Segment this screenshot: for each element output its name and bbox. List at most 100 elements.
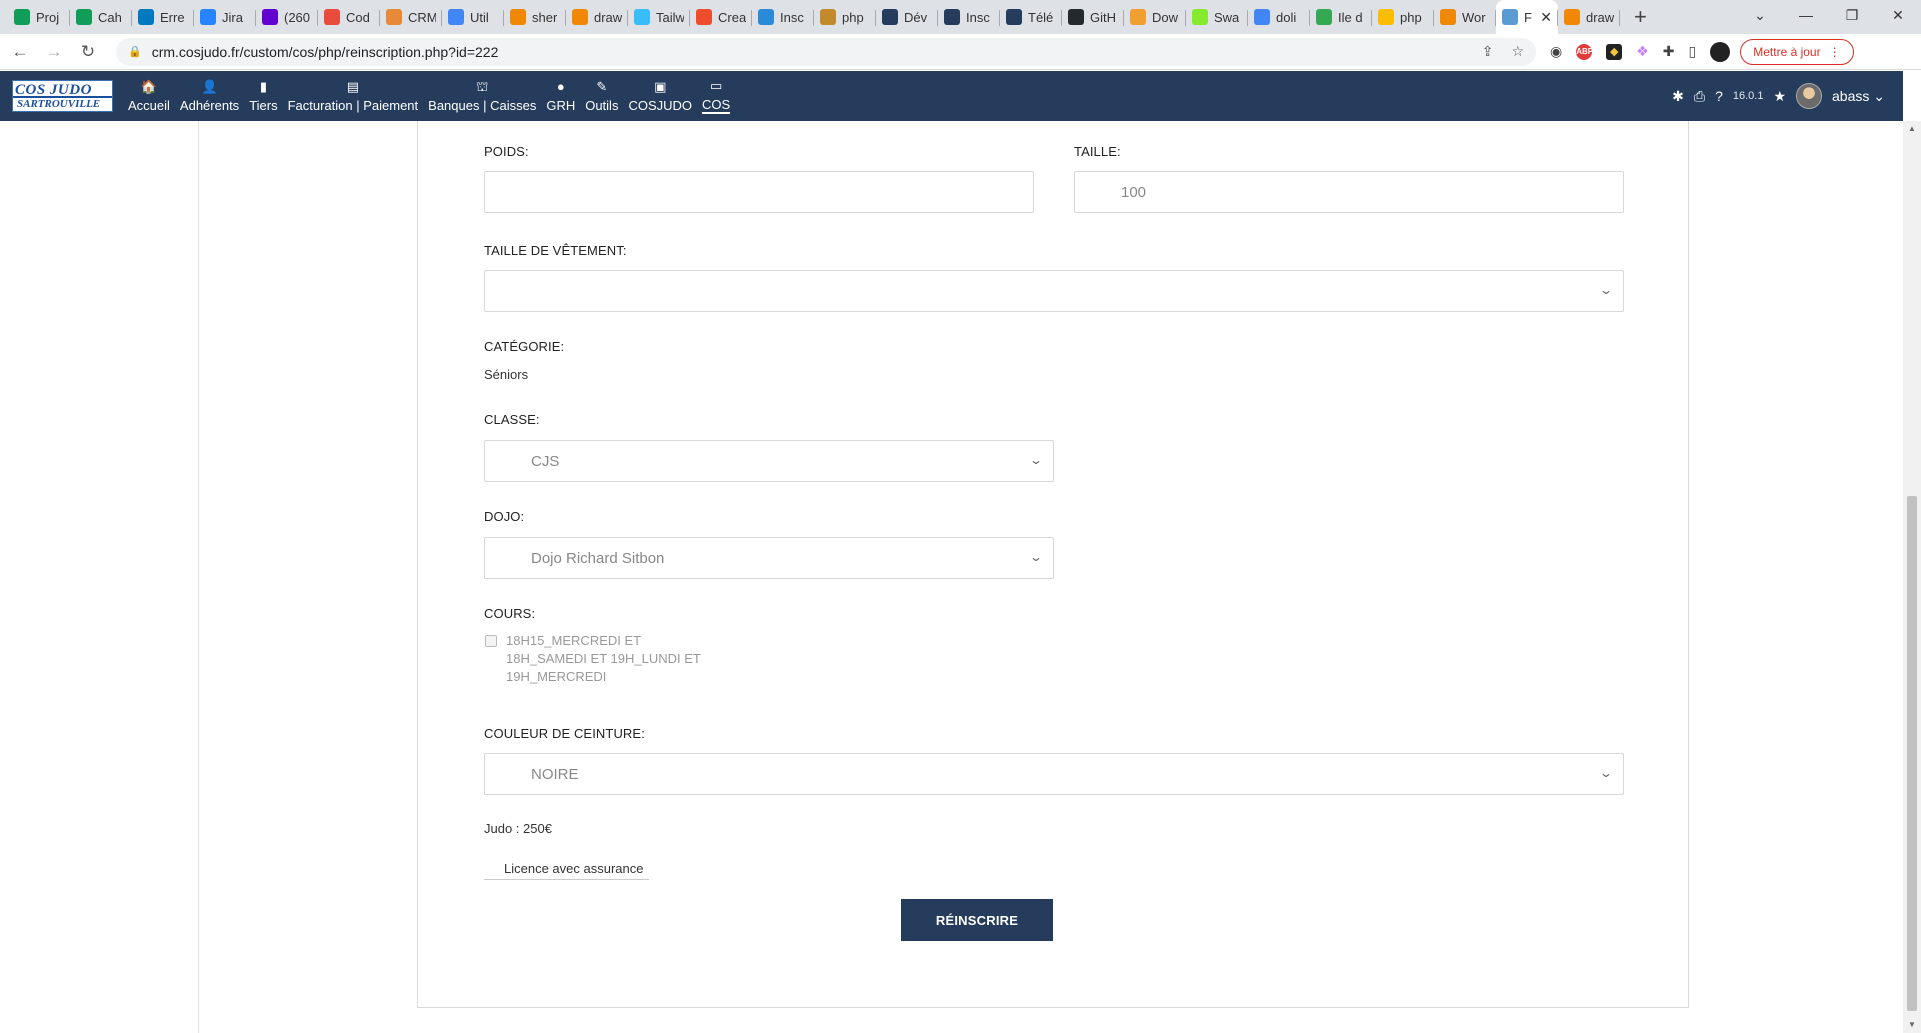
browser-tab[interactable]: Tailw (628, 0, 690, 34)
browser-tab[interactable]: Cah (70, 0, 132, 34)
menu-item-grh[interactable]: ● GRH (541, 71, 580, 121)
ceinture-select[interactable]: NOIRE ⌄ (484, 753, 1624, 795)
address-bar: ← → ↻ 🔒 crm.cosjudo.fr/custom/cos/php/re… (0, 34, 1921, 70)
menu-item-cos[interactable]: ▭ COS (697, 71, 735, 121)
profile-icon[interactable] (1710, 41, 1731, 62)
share-icon[interactable]: ⇪ (1482, 43, 1494, 60)
menu-item-facturation-paiement[interactable]: ▤ Facturation | Paiement (283, 71, 424, 121)
adblock-icon[interactable]: ABP (1576, 43, 1593, 60)
scroll-up-arrow-icon[interactable]: ▲ (1903, 121, 1921, 137)
browser-tab[interactable]: php (814, 0, 876, 34)
browser-tab[interactable]: sher (504, 0, 566, 34)
browser-tab[interactable]: Jira (194, 0, 256, 34)
classe-label: CLASSE: (484, 412, 540, 427)
page-scrollbar[interactable]: ▲ ▼ (1903, 121, 1921, 1033)
club-logo[interactable]: COS JUDO SARTROUVILLE (12, 80, 113, 112)
puzzle-icon[interactable]: ✚ (1663, 43, 1675, 60)
menu-item-outils[interactable]: ✎ Outils (580, 71, 623, 121)
browser-tab[interactable]: CRM (380, 0, 442, 34)
binance-icon[interactable]: ◆ (1606, 43, 1623, 60)
browser-tab[interactable]: F ✕ (1496, 0, 1558, 34)
tab-label: F (1524, 9, 1532, 25)
browser-tab[interactable]: Swa (1186, 0, 1248, 34)
dolibarr-icon (1006, 9, 1022, 25)
browser-tab[interactable]: draw (1558, 0, 1620, 34)
browser-tab[interactable]: Ile d (1310, 0, 1372, 34)
browser-tab[interactable]: Proj (8, 0, 70, 34)
browser-tab-bar: Proj Cah Erre Jira (260 Cod CRM Util sher draw Tai… (0, 0, 1921, 34)
update-button[interactable]: Mettre à jour ⋮ (1740, 38, 1854, 65)
user-icon: 👤 (201, 79, 218, 94)
extension-icon[interactable]: ◉ (1550, 43, 1562, 60)
poids-label: POIDS: (484, 144, 529, 159)
tab-label: Insc (780, 9, 804, 25)
menu-item-banques-caisses[interactable]: ⛫ Banques | Caisses (423, 71, 541, 121)
help-icon[interactable]: ? (1715, 88, 1723, 104)
licence-option[interactable]: Licence avec assurance (484, 861, 649, 880)
browser-tab[interactable]: Wor (1434, 0, 1496, 34)
back-button[interactable]: ← (6, 42, 34, 62)
extension-gem-icon[interactable]: ❖ (1636, 43, 1649, 60)
taille-vetement-select[interactable]: ⌄ (484, 270, 1624, 312)
tab-label: Cah (98, 9, 122, 25)
browser-tab[interactable]: Insc (752, 0, 814, 34)
mail-icon (262, 9, 278, 25)
browser-tab[interactable]: (260 (256, 0, 318, 34)
bookmark-star-icon[interactable]: ☆ (1511, 43, 1524, 60)
cours-checkbox[interactable] (485, 635, 497, 647)
drawio-icon (572, 9, 588, 25)
user-menu[interactable]: abass ⌄ (1832, 88, 1885, 105)
taille-input[interactable]: 100 (1074, 171, 1624, 213)
menu-item-tiers[interactable]: ▮ Tiers (244, 71, 282, 121)
tab-label: (260 (284, 9, 311, 25)
browser-tab[interactable]: GitH (1062, 0, 1124, 34)
scrollbar-thumb[interactable] (1907, 496, 1917, 1011)
bookmarks-star-icon[interactable]: ★ (1773, 88, 1786, 105)
tab-search-icon[interactable]: ⌄ (1737, 0, 1783, 34)
url-text: crm.cosjudo.fr/custom/cos/php/reinscript… (151, 43, 499, 60)
tab-label: draw (594, 9, 622, 25)
poids-input[interactable] (484, 171, 1034, 213)
tab-label: Swa (1214, 9, 1240, 25)
browser-tab[interactable]: Erre (132, 0, 194, 34)
browser-tab[interactable]: Util (442, 0, 504, 34)
maximize-button[interactable]: ❐ (1829, 0, 1875, 34)
side-panel-icon[interactable]: ▯ (1689, 43, 1697, 60)
chevron-down-icon: ⌄ (1028, 550, 1044, 564)
chevron-down-icon: ⌄ (1598, 766, 1614, 780)
browser-tab[interactable]: doli (1248, 0, 1310, 34)
new-tab-button[interactable]: + (1620, 0, 1661, 34)
tab-label: Insc (966, 9, 990, 25)
codeur-icon (324, 9, 340, 25)
browser-tab[interactable]: Insc (938, 0, 1000, 34)
tarif-text: Judo : 250€ (484, 821, 552, 836)
dojo-select[interactable]: Dojo Richard Sitbon ⌄ (484, 537, 1054, 579)
jira-icon (200, 9, 216, 25)
close-tab-icon[interactable]: ✕ (1540, 9, 1552, 26)
avatar[interactable] (1796, 83, 1823, 109)
reinscrire-button[interactable]: RÉINSCRIRE (901, 899, 1053, 941)
browser-tab[interactable]: Dow (1124, 0, 1186, 34)
scroll-down-arrow-icon[interactable]: ▼ (1903, 1017, 1921, 1033)
menu-item-accueil[interactable]: 🏠 Accueil (123, 71, 175, 121)
menu-item-adh-rents[interactable]: 👤 Adhérents (175, 71, 244, 121)
drawio-icon (1564, 9, 1580, 25)
window-controls: ⌄ — ❐ ✕ (1737, 0, 1921, 34)
bug-icon[interactable]: ✱ (1672, 88, 1684, 105)
forward-button[interactable]: → (40, 42, 68, 62)
browser-tab[interactable]: draw (566, 0, 628, 34)
url-input[interactable]: 🔒 crm.cosjudo.fr/custom/cos/php/reinscri… (116, 37, 1536, 66)
browser-tab[interactable]: php (1372, 0, 1434, 34)
reload-button[interactable]: ↻ (74, 42, 102, 62)
classe-select[interactable]: CJS ⌄ (484, 440, 1054, 482)
menu-item-cosjudo[interactable]: ▣ COSJUDO (623, 71, 697, 121)
browser-tab[interactable]: Dév (876, 0, 938, 34)
print-icon[interactable]: ⎙ (1694, 88, 1705, 105)
close-window-button[interactable]: ✕ (1875, 0, 1921, 34)
browser-tab[interactable]: Crea (690, 0, 752, 34)
minimize-button[interactable]: — (1783, 0, 1829, 34)
browser-tab[interactable]: Cod (318, 0, 380, 34)
version-label: 16.0.1 (1732, 90, 1764, 102)
browser-tab[interactable]: Télé (1000, 0, 1062, 34)
dolibarr-icon (882, 9, 898, 25)
